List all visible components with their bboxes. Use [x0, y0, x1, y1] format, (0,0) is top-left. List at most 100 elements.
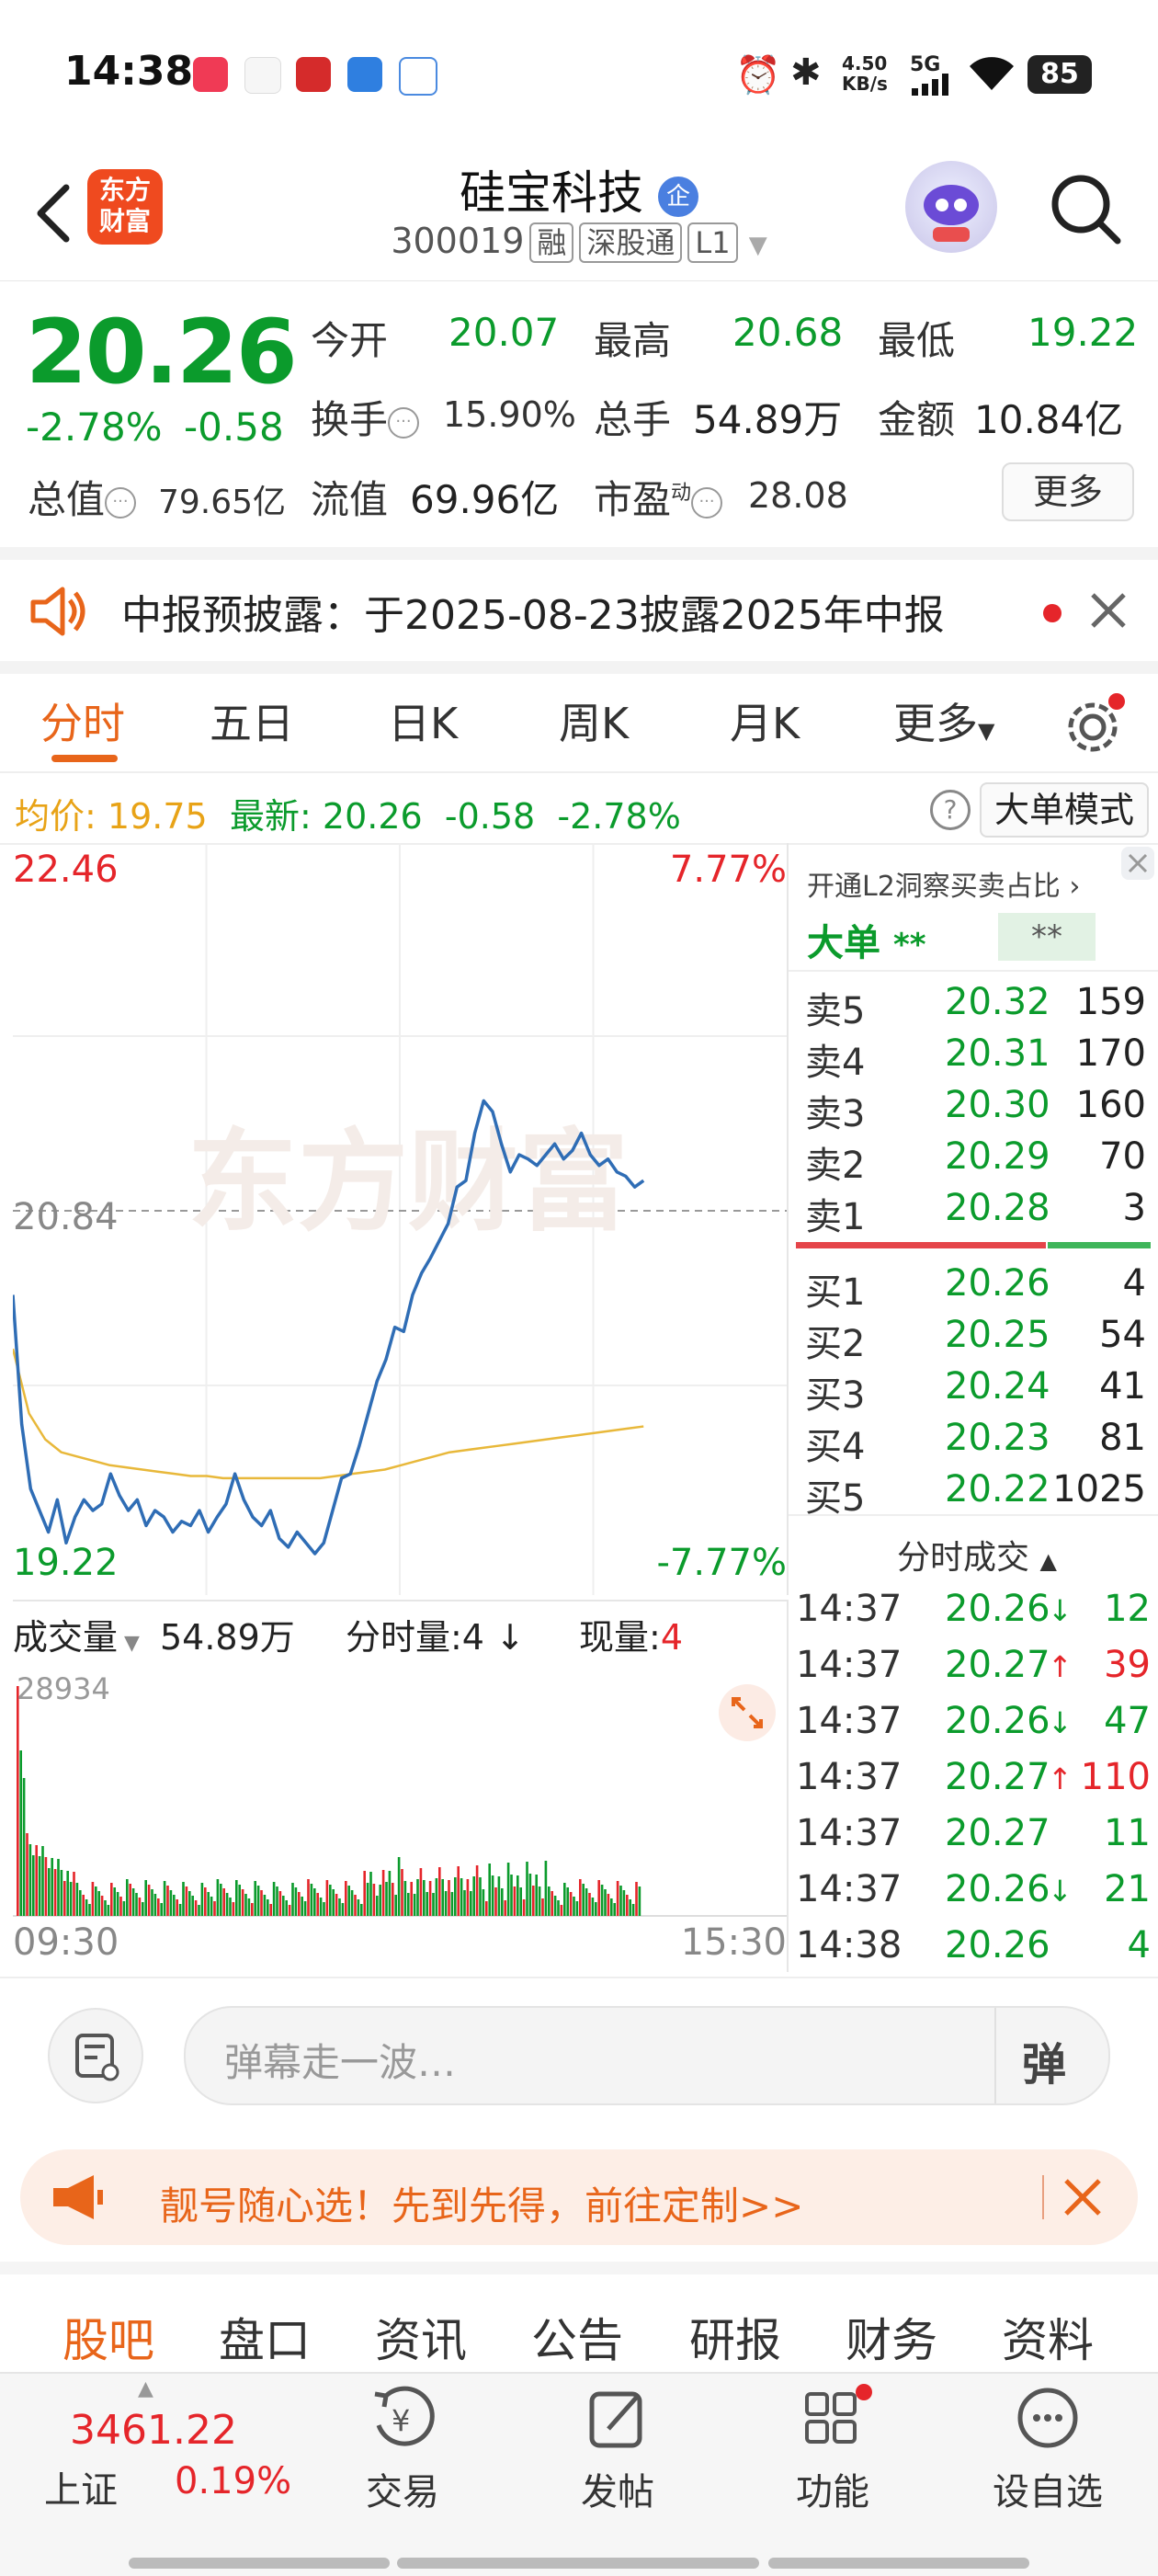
- nav-post[interactable]: 发帖: [544, 2383, 691, 2515]
- tick-row: 14:37 20.27 ↑ 110: [789, 1756, 1156, 1811]
- tick-volume: 39: [1104, 1644, 1151, 1686]
- bid-label: 买4: [805, 1426, 866, 1468]
- volume-bar: [222, 1888, 225, 1916]
- volume-bar: [513, 1886, 517, 1916]
- tab-market-depth[interactable]: 盘口: [219, 2304, 311, 2370]
- tab-daily-k[interactable]: 日K: [388, 690, 458, 751]
- notice-bar[interactable]: 中报预披露：于2025-08-23披露2025年中报: [0, 560, 1158, 674]
- tab-five-day[interactable]: 五日: [210, 690, 294, 751]
- volume-bar: [535, 1875, 538, 1916]
- tab-research[interactable]: 研报: [689, 2304, 781, 2370]
- amount-label: 金额: [878, 397, 956, 442]
- tab-weekly-k[interactable]: 周K: [559, 690, 629, 751]
- robot-assistant-icon[interactable]: [905, 161, 997, 253]
- volume-bar: [113, 1887, 116, 1916]
- search-icon[interactable]: [1048, 171, 1123, 246]
- l2-upgrade-link[interactable]: 开通L2洞察买卖占比 ›: [807, 863, 1080, 904]
- volume-bar: [607, 1894, 610, 1916]
- volume-bar: [423, 1880, 426, 1916]
- tab-monthly-k[interactable]: 月K: [730, 690, 800, 751]
- tab-profile[interactable]: 资料: [1002, 2304, 1094, 2370]
- volume-bar: [100, 1896, 104, 1916]
- stock-header: 东方 财富 硅宝科技 企 300019 融深股通 L1 ▼: [0, 147, 1158, 281]
- volume-bar: [479, 1877, 482, 1916]
- expand-icon[interactable]: [719, 1684, 776, 1741]
- settings-gear-icon[interactable]: [1062, 692, 1126, 760]
- amount-value: 10.84亿: [974, 397, 1124, 442]
- nav-functions[interactable]: 功能: [759, 2383, 906, 2515]
- volume-bar: [350, 1890, 354, 1916]
- high-label: 最高: [594, 318, 672, 363]
- volume-bar: [288, 1905, 291, 1916]
- volume-bar: [73, 1872, 75, 1916]
- volume-bar: [482, 1889, 485, 1916]
- volume-bar: [323, 1902, 325, 1916]
- chart-bottom-price: 19.22: [13, 1542, 119, 1584]
- volume-bar: [254, 1881, 256, 1916]
- volume-bar: [241, 1889, 244, 1916]
- close-orderbook-icon[interactable]: [1121, 847, 1154, 880]
- nav-trade[interactable]: ¥ 交易: [329, 2383, 476, 2515]
- volume-bar: [160, 1903, 163, 1916]
- ticks-title[interactable]: 分时成交 ▲: [897, 1531, 1057, 1579]
- promo-banner[interactable]: 靓号随心选！先到先得，前往定制>>: [20, 2149, 1138, 2245]
- more-quote-button[interactable]: 更多: [1002, 462, 1134, 521]
- volume-bar: [585, 1888, 588, 1916]
- mail-app-icon: [399, 57, 437, 96]
- volume-bar: [341, 1903, 345, 1916]
- tab-intraday[interactable]: 分时: [40, 690, 125, 751]
- nav-add-watchlist[interactable]: 设自选: [974, 2383, 1121, 2515]
- ask-row: 卖1 20.28 3: [798, 1187, 1152, 1238]
- intraday-chart-svg: 东方财富: [13, 843, 787, 1595]
- turnover-label: 换手 ···: [311, 389, 420, 445]
- volume-selector[interactable]: 成交量 ▼: [13, 1609, 140, 1659]
- close-icon[interactable]: [1062, 2177, 1103, 2221]
- bid-price: 20.26: [945, 1262, 1050, 1305]
- volume-bar: [104, 1900, 107, 1916]
- index-value[interactable]: 3461.22: [70, 2407, 237, 2454]
- help-icon[interactable]: ?: [930, 790, 971, 830]
- edit-post-icon: [589, 2391, 642, 2448]
- tab-forum[interactable]: 股吧: [62, 2304, 154, 2370]
- volume-bar: [544, 1861, 548, 1916]
- volume-bar: [392, 1883, 394, 1916]
- danmu-list-icon[interactable]: [48, 2008, 143, 2103]
- volume-bar: [426, 1892, 428, 1916]
- danmu-input[interactable]: 弹幕走一波… 弹: [184, 2006, 1110, 2105]
- close-icon[interactable]: [1089, 591, 1128, 633]
- volume-bar: [66, 1871, 69, 1916]
- volume-bar: [510, 1875, 513, 1916]
- volume-bar: [119, 1897, 122, 1916]
- tab-more[interactable]: 更多▼: [893, 690, 994, 751]
- ask-qty: 170: [1075, 1032, 1146, 1075]
- tab-financials[interactable]: 财务: [846, 2304, 937, 2370]
- volume-bar: [60, 1870, 63, 1916]
- volume-bar: [600, 1885, 604, 1916]
- volume-bar: [79, 1890, 82, 1916]
- volume-bar: [517, 1875, 519, 1916]
- volume-bar: [354, 1895, 357, 1916]
- dropdown-triangle-icon[interactable]: ▼: [749, 232, 767, 259]
- bid-row: 买2 20.25 54: [798, 1314, 1152, 1365]
- big-order-mode-button[interactable]: 大单模式: [980, 782, 1149, 838]
- danmu-send-button[interactable]: 弹: [1022, 2028, 1066, 2092]
- volume-bar: [151, 1889, 153, 1916]
- ask-row: 卖2 20.29 70: [798, 1135, 1152, 1187]
- info-dots-icon[interactable]: ···: [105, 486, 137, 519]
- volume-bar: [185, 1886, 188, 1916]
- info-dots-icon[interactable]: ···: [691, 486, 723, 519]
- tab-announcements[interactable]: 公告: [531, 2304, 623, 2370]
- danmu-placeholder: 弹幕走一波…: [224, 2040, 457, 2085]
- volume-value: 54.89万: [693, 397, 843, 442]
- volume-bar: [379, 1885, 381, 1916]
- info-dots-icon[interactable]: ···: [388, 406, 420, 439]
- connect-tag: 深股通: [579, 222, 683, 263]
- volume-bar: [575, 1901, 579, 1916]
- volume-bar: [357, 1899, 360, 1916]
- svg-text:¥: ¥: [392, 2403, 410, 2438]
- volume-bar: [416, 1879, 419, 1916]
- tab-news[interactable]: 资讯: [375, 2304, 467, 2370]
- promo-text: 靓号随心选！先到先得，前往定制>>: [160, 2183, 804, 2228]
- volume-bar: [626, 1895, 629, 1916]
- intraday-chart[interactable]: 东方财富 22.46 7.77% 20.84 19.22 -7.77%: [13, 843, 789, 1595]
